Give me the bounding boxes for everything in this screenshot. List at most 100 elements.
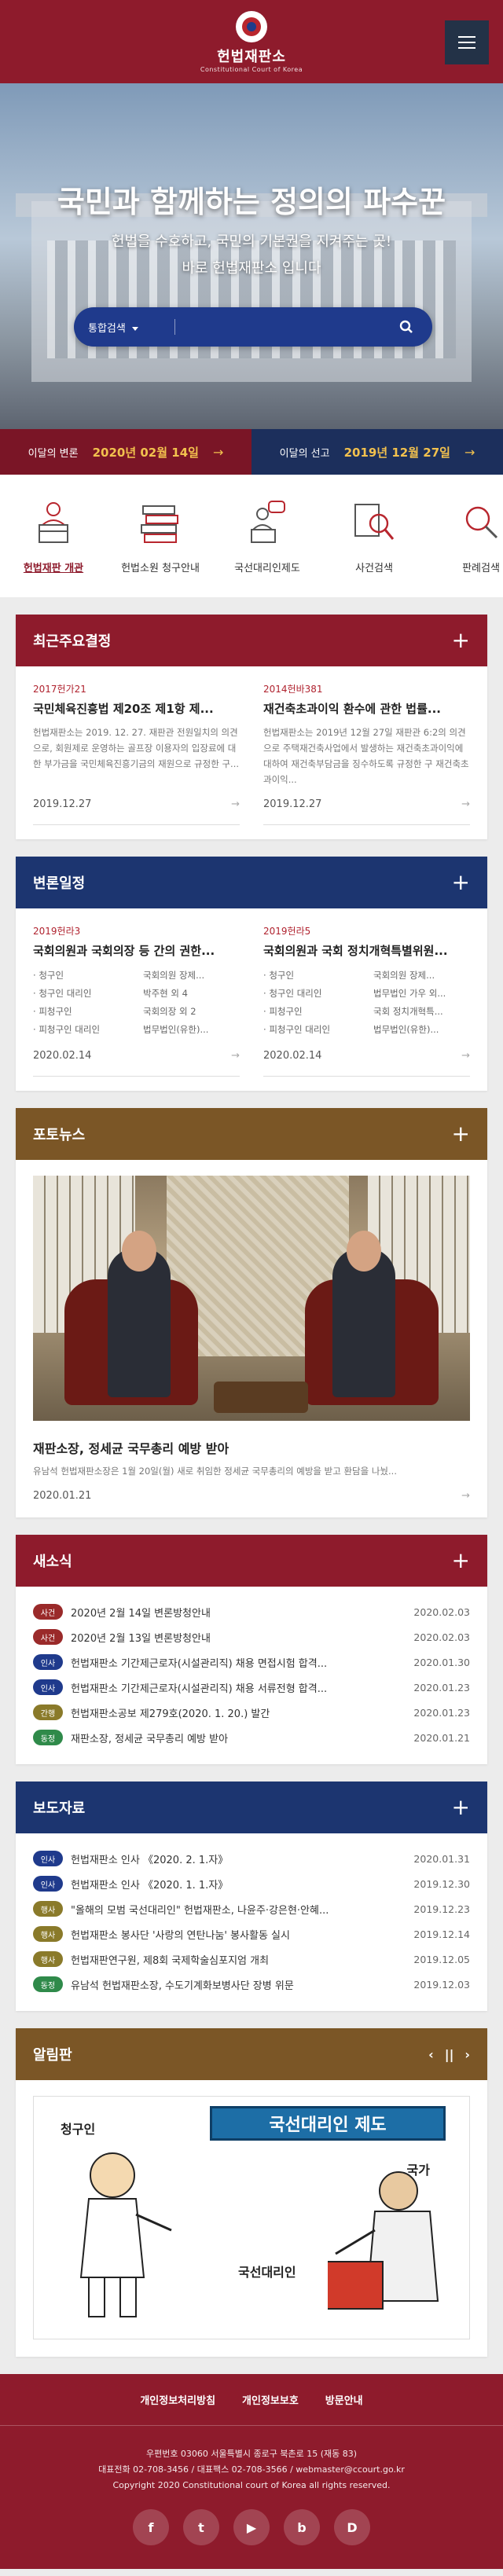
site-footer: 개인정보처리방침 개인정보보호 방문안내 우편번호 03060 서울특별시 종로… [0,2374,503,2569]
category-badge: 행사 [33,1926,63,1942]
category-badge: 동정 [33,1730,63,1745]
item-date: 2019.12.23 [413,1903,470,1915]
notice-poster[interactable]: 국선대리인 제도 청구인 국가 국선대리인 [33,2096,470,2339]
quick-item-precedent-search[interactable]: 판례검색 [428,498,503,597]
case-summary: 헌법재판소는 2019. 12. 27. 재판관 전원일치의 의견으로, 회원제… [33,727,240,769]
twitter-icon[interactable]: t [183,2509,219,2545]
press-list: 인사 헌법재판소 인사 《2020. 2. 1.자》 2020.01.31 인사 헌법… [16,1833,487,2011]
list-item[interactable]: 인사 헌법재판소 기간제근로자(시설관리직) 채용 서류전형 합격... 2020.… [33,1675,470,1700]
daum-icon[interactable]: D [334,2509,370,2545]
party-role: 피청구인 대리인 [33,1021,143,1039]
section-title: 알림판 [33,2047,72,2064]
hearing-of-month[interactable]: 이달의 변론 2020년 02월 14일 → [0,429,252,475]
logo-name: 헌법재판소 [217,49,286,65]
party-name: 박주현 외 4 [143,988,188,999]
visit-guide-link[interactable]: 방문안내 [325,2392,363,2407]
blog-icon[interactable]: b [284,2509,320,2545]
verdict-date: 2019년 12월 27일 [343,445,450,460]
facebook-icon[interactable]: f [133,2509,169,2545]
plus-icon[interactable]: + [452,629,470,651]
category-badge: 행사 [33,1951,63,1967]
lawyer-speech-icon [244,498,291,545]
quick-item-overview[interactable]: 헌법재판 개관 [0,498,107,597]
item-title: 헌법재판소 기간제근로자(시설관리직) 채용 서류전형 합격... [71,1682,328,1695]
social-links: f t ▶ b D [0,2509,503,2545]
item-title: 헌법재판소공보 제279호(2020. 1. 20.) 발간 [71,1708,270,1720]
case-date: 2019.12.27 [263,798,322,810]
chevron-right-icon[interactable]: › [464,2047,470,2062]
hearing-card[interactable]: 2019헌라3 국회의원과 국회의장 등 간의 권한... 청구인국회의원 장제… [33,924,240,1077]
plus-icon[interactable]: + [452,1123,470,1145]
quick-item-label: 국선대리인제도 [234,563,300,574]
address-line: 우편번호 03060 서울특별시 종로구 북촌로 15 (재동 83) [145,2449,358,2459]
search-button[interactable] [395,315,418,339]
verdict-label: 이달의 선고 [279,447,330,460]
search-scope-select[interactable]: 통합검색 [88,320,174,335]
item-title: 헌법재판연구원, 제8회 국제학술심포지엄 개최 [71,1954,270,1967]
list-item[interactable]: 행사 헌법재판소 봉사단 '사랑의 연탄나눔' 봉사활동 실시 2019.12.14 [33,1921,470,1947]
party-name: 법무법인 가우 외... [373,988,446,999]
quick-item-public-defender[interactable]: 국선대리인제도 [214,498,321,597]
party-role: 청구인 [33,967,143,985]
list-item[interactable]: 행사 "올해의 모범 국선대리인" 헌법재판소, 나윤주·강은현·안혜... 201… [33,1896,470,1921]
photo-caption[interactable]: 재판소장, 정세균 국무총리 예방 받아 [33,1438,470,1457]
item-date: 2020.02.03 [413,1631,470,1643]
site-logo[interactable]: 헌법재판소 Constitutional Court of Korea [0,11,503,73]
list-item[interactable]: 행사 헌법재판연구원, 제8회 국제학술심포지엄 개최 2019.12.05 [33,1947,470,1972]
pause-icon[interactable]: || [445,2047,454,2062]
case-number: 2019헌라3 [33,926,81,937]
section-title: 새소식 [33,1554,72,1570]
quick-item-petition[interactable]: 헌법소원 청구안내 [107,498,214,597]
plus-icon[interactable]: + [452,872,470,894]
menu-button[interactable] [445,20,489,64]
hero-title: 국민과 함께하는 정의의 파수꾼 [57,184,446,219]
item-date: 2019.12.05 [413,1953,470,1965]
petitioner-cartoon [79,2152,172,2317]
list-item[interactable]: 사건 2020년 2월 14일 변론방청안내 2020.02.03 [33,1599,470,1624]
category-badge: 인사 [33,1876,63,1892]
privacy-policy-link[interactable]: 개인정보처리방침 [140,2392,215,2407]
plus-icon[interactable]: + [452,1796,470,1818]
party-role: 피청구인 [33,1003,143,1021]
party-role: 청구인 대리인 [33,985,143,1003]
privacy-protection-link[interactable]: 개인정보보호 [242,2392,299,2407]
section-header: 최근주요결정 + [16,615,487,666]
quick-item-label: 사건검색 [355,563,393,574]
decision-card[interactable]: 2014헌바381 재건축초과이익 환수에 관한 법률... 헌법재판소는 20… [263,682,470,825]
search-scope-label: 통합검색 [88,322,126,335]
decision-card[interactable]: 2017헌가21 국민체육진흥법 제20조 제1항 제... 헌법재판소는 20… [33,682,240,825]
category-badge: 간행 [33,1704,63,1720]
list-item[interactable]: 인사 헌법재판소 기간제근로자(시설관리직) 채용 면접시험 합격... 2020.… [33,1649,470,1675]
arrow-right-icon: → [231,1050,240,1062]
list-item[interactable]: 사건 2020년 2월 13일 변론방청안내 2020.02.03 [33,1624,470,1649]
poster-label-left: 청구인 [61,2122,96,2137]
quick-menu: 헌법재판 개관 헌법소원 청구안내 국선대리인제도 사건검색 판례검색 [0,475,503,597]
case-title: 재건축초과이익 환수에 관한 법률... [263,702,441,716]
youtube-icon[interactable]: ▶ [233,2509,270,2545]
quick-item-label: 헌법소원 청구안내 [121,563,200,574]
list-item[interactable]: 동정 유남석 헌법재판소장, 수도기계화보병사단 장병 위문 2019.12.03 [33,1972,470,1997]
plus-icon[interactable]: + [452,1550,470,1572]
news-list: 사건 2020년 2월 14일 변론방청안내 2020.02.03 사건 2020년 … [16,1587,487,1764]
search-input[interactable] [185,321,395,333]
list-item[interactable]: 동정 재판소장, 정세균 국무총리 예방 받아 2020.01.21 [33,1725,470,1750]
chevron-left-icon[interactable]: ‹ [428,2047,434,2062]
poster-banner: 국선대리인 제도 [210,2106,446,2141]
verdict-of-month[interactable]: 이달의 선고 2019년 12월 27일 → [252,429,503,475]
item-date: 2019.12.03 [413,1978,470,1991]
item-date: 2020.01.23 [413,1706,470,1719]
hearing-card[interactable]: 2019헌라5 국회의원과 국회 정치개혁특별위원... 청구인국회의원 장제.… [263,924,470,1077]
party-name: 법무법인(유한)... [143,1024,209,1035]
news-photo[interactable] [33,1176,470,1421]
list-item[interactable]: 인사 헌법재판소 인사 《2020. 1. 1.자》 2019.12.30 [33,1871,470,1896]
case-summary: 헌법재판소는 2019년 12월 27일 재판관 6:2의 의견으로 주택재건축… [263,727,469,785]
list-item[interactable]: 인사 헌법재판소 인사 《2020. 2. 1.자》 2020.01.31 [33,1846,470,1871]
category-badge: 사건 [33,1604,63,1620]
search-icon [399,320,413,333]
list-item[interactable]: 간행 헌법재판소공보 제279호(2020. 1. 20.) 발간 2020.01.… [33,1700,470,1725]
magnifier-icon [457,498,503,545]
item-title: 재판소장, 정세균 국무총리 예방 받아 [71,1733,229,1745]
hearing-date: 2020.02.14 [263,1050,322,1062]
quick-item-case-search[interactable]: 사건검색 [321,498,428,597]
contact-line: 대표전화 02-708-3456 / 대표팩스 02-708-3566 / we… [98,2464,405,2475]
